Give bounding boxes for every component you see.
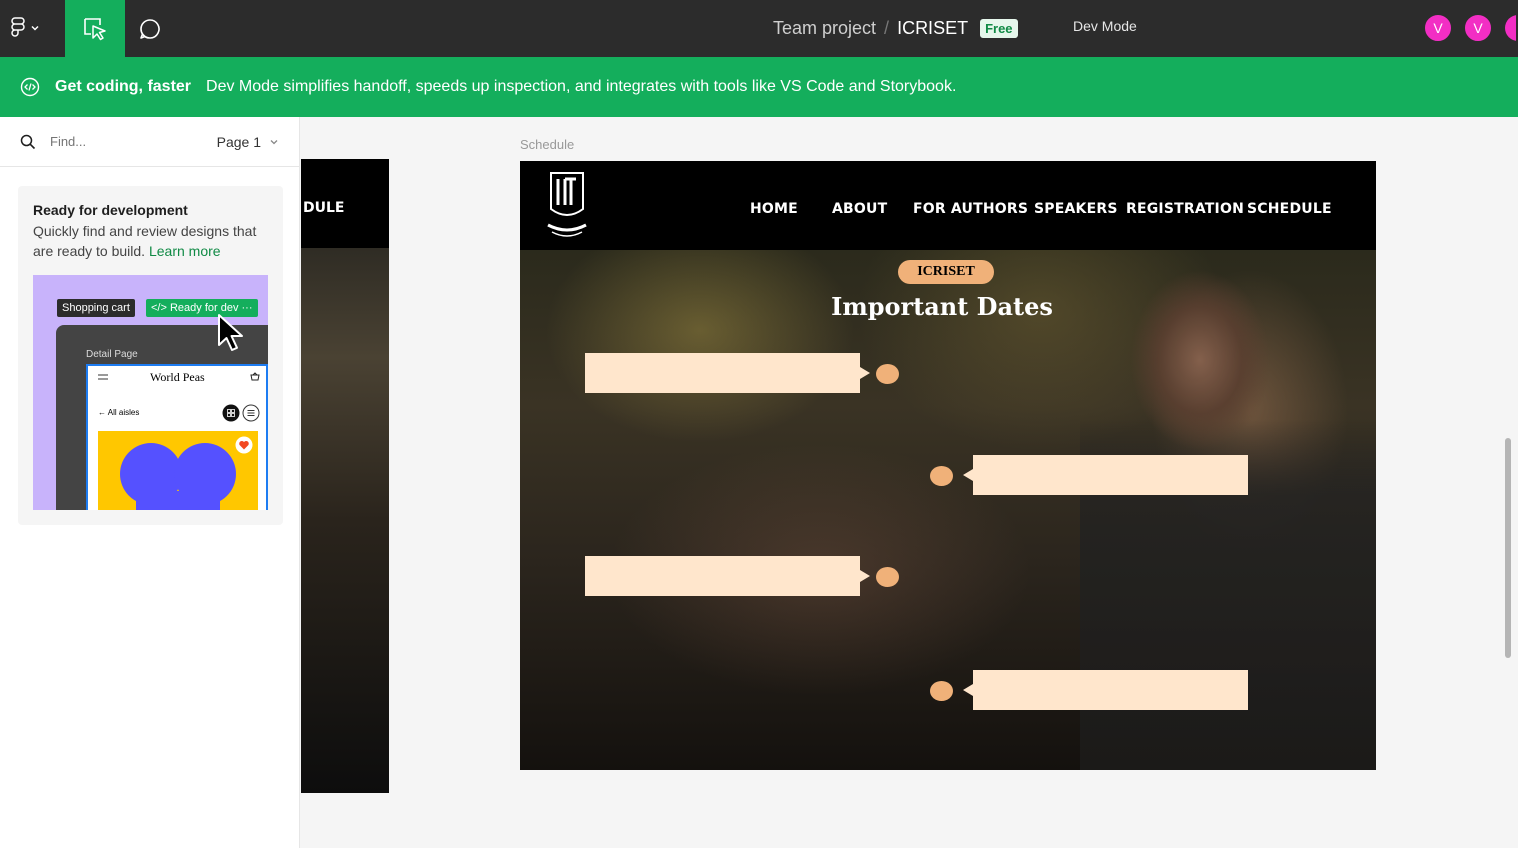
banner-text: Dev Mode simplifies handoff, speeds up i… (206, 78, 957, 95)
card-title: Ready for development (33, 202, 188, 218)
search-icon (20, 134, 36, 149)
timeline-box (973, 455, 1248, 495)
comment-tool-button[interactable] (130, 0, 170, 57)
timeline-dot (930, 681, 953, 701)
site-nav: HOME ABOUT FOR AUTHORS SPEAKERS REGISTRA… (520, 161, 1376, 250)
left-panel: Page 1 Ready for development Quickly fin… (0, 117, 300, 848)
ready-for-dev-card: Ready for development Quickly find and r… (18, 186, 283, 525)
nav-registration[interactable]: REGISTRATION (1126, 201, 1244, 217)
menu-icon (98, 374, 108, 380)
illustration-blob (136, 491, 220, 510)
toolbar: Team project / ICRISET Free Dev Mode V V (0, 0, 1518, 57)
chevron-down-icon (270, 139, 278, 144)
canvas-scrollbar[interactable] (1505, 438, 1511, 658)
nav-about[interactable]: ABOUT (832, 201, 887, 217)
previous-frame-nav-label: DULE (303, 200, 345, 216)
basket-icon (250, 372, 260, 381)
plan-badge: Free (980, 18, 1018, 38)
figma-logo-icon (11, 17, 25, 37)
event-badge: ICRISET (898, 260, 994, 284)
institution-logo-icon (547, 172, 587, 237)
mouse-cursor-icon (218, 314, 243, 351)
schedule-frame[interactable]: HOME ABOUT FOR AUTHORS SPEAKERS REGISTRA… (520, 161, 1376, 770)
file-breadcrumb: Team project / ICRISET Free (773, 16, 1018, 40)
card-description: Quickly find and review designs that are… (33, 221, 273, 261)
chevron-down-icon (31, 25, 39, 31)
timeline-pointer (963, 684, 973, 696)
previous-frame-image (301, 248, 389, 793)
section-heading: Important Dates (831, 292, 1053, 321)
banner-title: Get coding, faster (55, 78, 192, 95)
grid-view-icon (222, 404, 240, 422)
nav-speakers[interactable]: SPEAKERS (1034, 201, 1118, 217)
timeline-pointer (860, 570, 870, 582)
dev-mode-banner: Get coding, faster Dev Mode simplifies h… (0, 57, 1518, 117)
card-description-text: Quickly find and review designs that are… (33, 223, 257, 259)
nav-home[interactable]: HOME (750, 201, 798, 217)
inspect-tool-button[interactable] (65, 0, 125, 57)
page-selector-label: Page 1 (216, 133, 261, 150)
avatar[interactable]: V (1423, 13, 1453, 43)
search-bar: Page 1 (0, 117, 299, 167)
frame-label[interactable]: Schedule (520, 137, 574, 152)
breadcrumb-separator: / (884, 17, 890, 38)
dev-mode-label[interactable]: Dev Mode (1073, 18, 1137, 34)
avatar[interactable]: V (1463, 13, 1493, 43)
timeline-box (585, 353, 860, 393)
heart-icon (235, 436, 253, 454)
previous-frame-nav: DULE (301, 159, 389, 248)
file-name[interactable]: ICRISET (897, 18, 968, 39)
avatar[interactable] (1503, 13, 1518, 43)
timeline-pointer (963, 469, 973, 481)
learn-more-link[interactable]: Learn more (149, 243, 221, 259)
timeline-box (973, 670, 1248, 710)
illustration-chip-frame-name: Shopping cart (57, 299, 135, 317)
illustration-brand: World Peas (150, 370, 205, 384)
timeline-pointer (860, 367, 870, 379)
nav-for-authors[interactable]: FOR AUTHORS (913, 201, 1028, 217)
previous-frame[interactable]: DULE (301, 159, 389, 793)
cursor-code-icon (84, 17, 106, 40)
list-view-icon (242, 404, 260, 422)
illustration-detail-label: Detail Page (86, 349, 138, 360)
timeline-dot (876, 364, 899, 384)
nav-schedule[interactable]: SCHEDULE (1247, 201, 1332, 217)
illustration-aisles: ← All aisles (98, 408, 140, 417)
illustration-screen: World Peas ← All aisles (86, 364, 268, 510)
timeline-dot (876, 567, 899, 587)
canvas[interactable]: DULE Schedule HOME ABOUT FOR AUTHORS SPE… (301, 117, 1518, 848)
code-circle-icon (20, 77, 40, 97)
page-selector[interactable]: Page 1 (217, 134, 279, 150)
illustration-product-image (98, 431, 258, 510)
timeline-box (585, 556, 860, 596)
main-menu-button[interactable] (10, 13, 54, 43)
search-input[interactable] (50, 134, 190, 149)
ready-for-dev-illustration: Shopping cart </> Ready for dev ··· Deta… (33, 275, 268, 510)
comment-icon (140, 18, 160, 39)
team-name[interactable]: Team project (773, 18, 876, 39)
timeline-dot (930, 466, 953, 486)
